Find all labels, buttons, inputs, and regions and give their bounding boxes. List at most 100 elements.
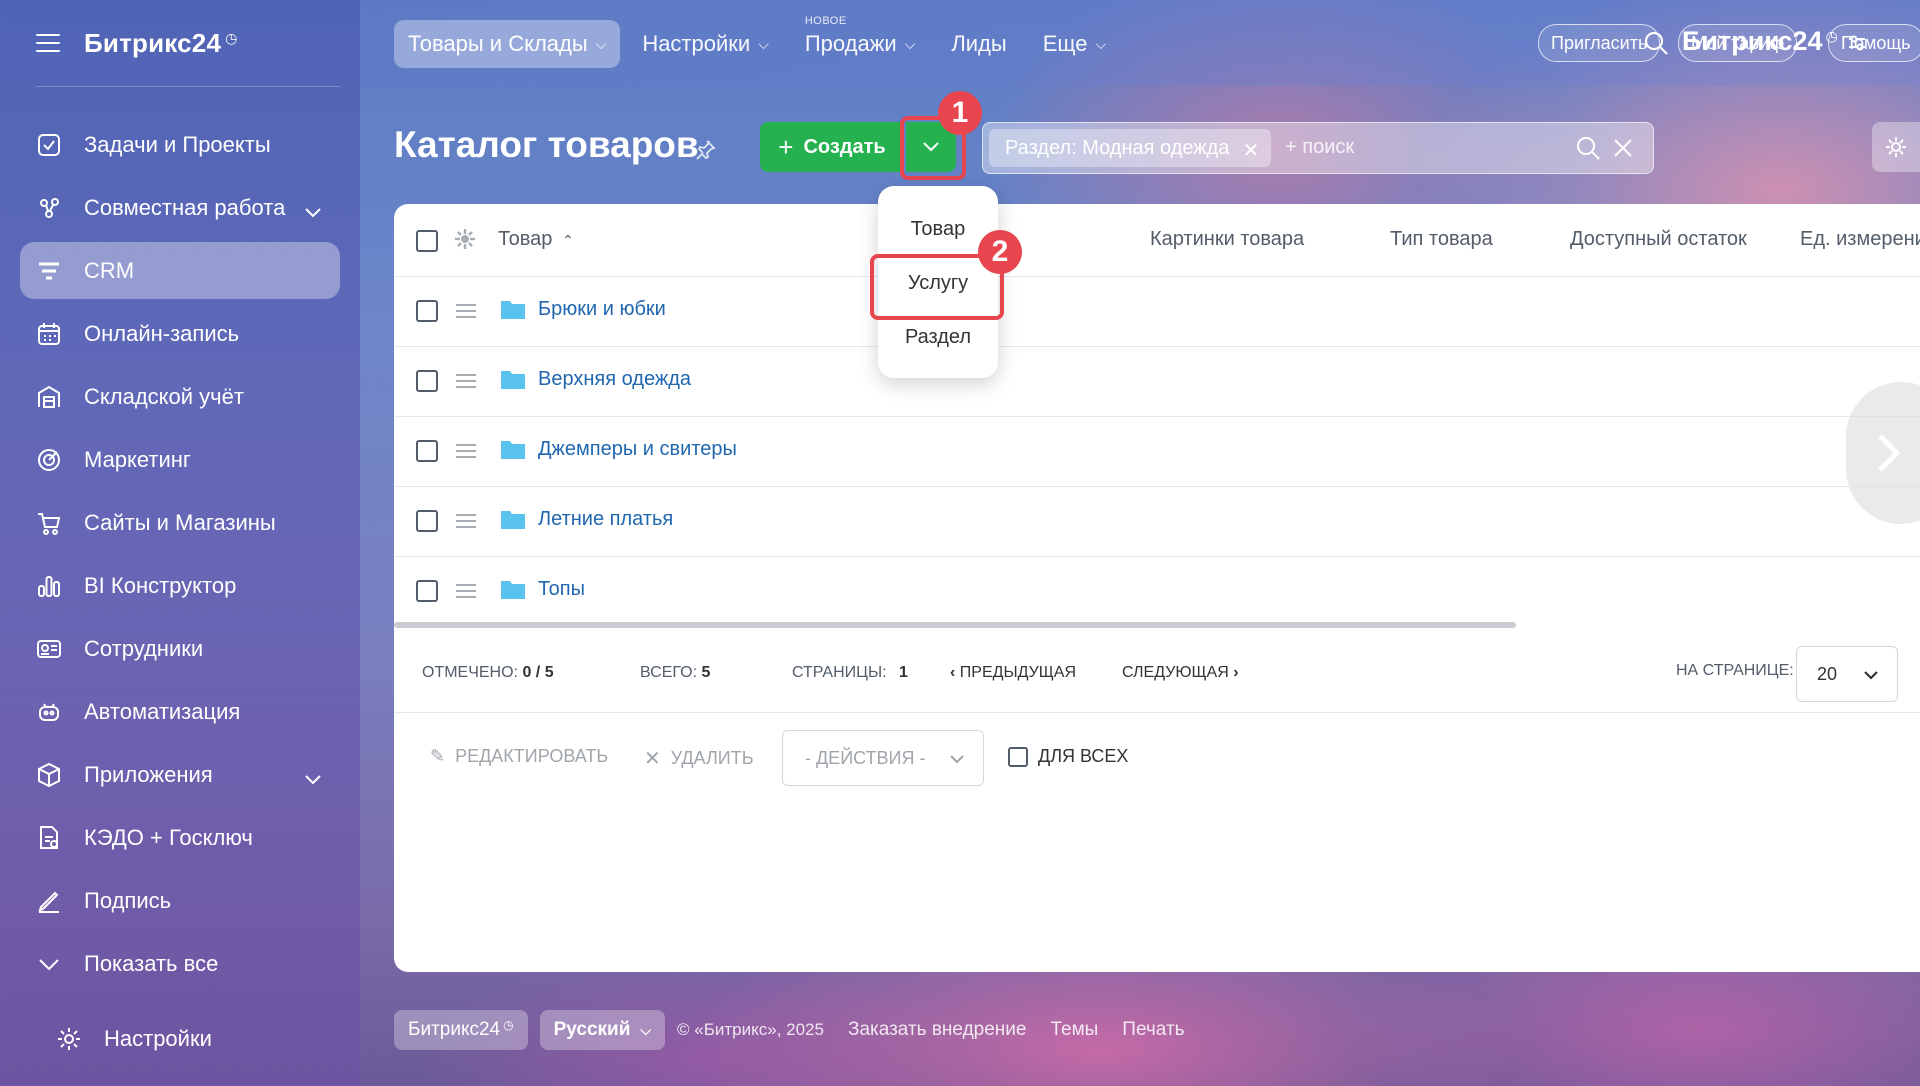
table-row[interactable]: Джемперы и свитеры: [394, 416, 1920, 487]
clock-icon: ◷: [503, 1018, 514, 1032]
sidebar-item-signature[interactable]: Подпись: [20, 872, 340, 929]
search-icon[interactable]: [1575, 135, 1601, 161]
row-name-link[interactable]: Брюки и юбки: [538, 298, 666, 321]
column-header-type[interactable]: Тип товара: [1390, 228, 1493, 251]
footer-link-themes[interactable]: Темы: [1050, 1019, 1098, 1041]
my-tariff-button[interactable]: Мой тариф: [1678, 24, 1798, 62]
filter-icon: [34, 256, 64, 286]
drag-handle-icon[interactable]: [456, 514, 476, 528]
menu-item-section[interactable]: Раздел: [878, 326, 998, 349]
prev-page-button[interactable]: ‹ ПРЕДЫДУЩАЯ: [950, 664, 1076, 682]
language-select[interactable]: Русский ⌵: [539, 1010, 666, 1050]
footer-link-print[interactable]: Печать: [1122, 1019, 1184, 1041]
column-header-product[interactable]: Товар ⌃: [498, 228, 574, 251]
column-header-unit[interactable]: Ед. измерени: [1800, 228, 1920, 251]
drag-handle-icon[interactable]: [456, 444, 476, 458]
drag-handle-icon[interactable]: [456, 374, 476, 388]
gear-icon[interactable]: [454, 228, 476, 250]
chevron-down-icon[interactable]: [304, 766, 322, 792]
top-nav: Товары и Склады ⌵ Настройки ⌵ НОВОЕ Прод…: [394, 15, 1128, 68]
menu-icon[interactable]: [36, 34, 60, 52]
invite-button[interactable]: Пригласить: [1538, 24, 1661, 62]
tab-settings[interactable]: Настройки ⌵: [628, 20, 783, 68]
chevron-down-icon: [34, 949, 64, 979]
row-checkbox[interactable]: [416, 370, 438, 392]
table-row[interactable]: Топы: [394, 556, 1920, 626]
top-bar: Товары и Склады ⌵ Настройки ⌵ НОВОЕ Прод…: [360, 0, 1920, 86]
sidebar-item-label: Сотрудники: [84, 635, 204, 661]
horizontal-scrollbar[interactable]: [394, 622, 1516, 628]
footer-link-order-implementation[interactable]: Заказать внедрение: [848, 1019, 1027, 1041]
footer-brand-button[interactable]: Битрикс24 ◷: [394, 1010, 528, 1050]
edit-button[interactable]: ✎ РЕДАКТИРОВАТЬ: [430, 746, 608, 767]
filter-chip[interactable]: Раздел: Модная одежда ✕: [989, 129, 1272, 167]
sidebar-item-kedo[interactable]: КЭДО + Госключ: [20, 809, 340, 866]
delete-button[interactable]: ✕ УДАЛИТЬ: [644, 746, 754, 771]
sidebar-item-settings[interactable]: Настройки: [40, 1010, 354, 1067]
table-row[interactable]: Брюки и юбки: [394, 276, 1920, 347]
sidebar-item-marketing[interactable]: Маркетинг: [20, 431, 340, 488]
sidebar-item-crm[interactable]: CRM: [20, 242, 340, 299]
per-page-select[interactable]: 20: [1796, 646, 1898, 702]
drag-handle-icon[interactable]: [456, 304, 476, 318]
row-checkbox[interactable]: [416, 440, 438, 462]
sidebar-item-label: CRM: [84, 257, 135, 283]
actions-select[interactable]: - ДЕЙСТВИЯ -: [782, 730, 984, 786]
chevron-down-icon[interactable]: [304, 199, 322, 225]
column-header-images[interactable]: Картинки товара: [1150, 228, 1304, 251]
row-name-link[interactable]: Топы: [538, 578, 585, 601]
help-button[interactable]: Помощь: [1828, 24, 1920, 62]
page-settings-button[interactable]: [1872, 122, 1920, 172]
sidebar-logo[interactable]: Битрикс24 ◷: [84, 28, 238, 59]
sidebar-item-collaboration[interactable]: Совместная работа: [20, 179, 340, 236]
column-header-stock[interactable]: Доступный остаток: [1570, 228, 1747, 251]
catalog-grid: Товар ⌃ Картинки товара Тип товара Досту…: [394, 204, 1920, 972]
prev-label: ПРЕДЫДУЩАЯ: [959, 664, 1077, 681]
sidebar-item-tasks[interactable]: Задачи и Проекты: [20, 116, 340, 173]
clear-icon[interactable]: [1611, 136, 1635, 160]
sidebar-item-booking[interactable]: Онлайн-запись: [20, 305, 340, 362]
chevron-down-icon: ⌵: [758, 35, 769, 52]
tab-products-warehouses[interactable]: Товары и Склады ⌵: [394, 20, 621, 68]
for-all-checkbox[interactable]: [1008, 746, 1028, 767]
sidebar-show-all[interactable]: Показать все: [20, 935, 340, 992]
chevron-down-icon: ⌵: [904, 35, 916, 52]
sidebar-item-sites[interactable]: Сайты и Магазины: [20, 494, 340, 551]
sidebar-item-automation[interactable]: Автоматизация: [20, 683, 340, 740]
tab-more[interactable]: Еще ⌵: [1029, 20, 1120, 68]
search-input[interactable]: [1283, 135, 1567, 160]
filter-search-box[interactable]: Раздел: Модная одежда ✕: [982, 122, 1654, 174]
sidebar-menu: Задачи и Проекты Совместная работа CRM О…: [0, 116, 360, 998]
sidebar-item-label: Автоматизация: [84, 698, 241, 724]
checked-label: ОТМЕЧЕНО:: [422, 664, 518, 681]
select-all-checkbox[interactable]: [416, 230, 438, 252]
scroll-right-button[interactable]: [1846, 382, 1920, 524]
tab-sales[interactable]: НОВОЕ Продажи ⌵: [791, 15, 930, 68]
row-checkbox[interactable]: [416, 580, 438, 602]
tab-leads[interactable]: Лиды: [937, 20, 1020, 68]
table-row[interactable]: Летние платья: [394, 486, 1920, 557]
row-checkbox[interactable]: [416, 300, 438, 322]
create-button[interactable]: + Создать: [760, 122, 904, 172]
filter-chip-label: Раздел: Модная одежда: [1005, 136, 1230, 159]
drag-handle-icon[interactable]: [456, 584, 476, 598]
chevron-left-icon: ‹: [950, 664, 956, 681]
row-name-link[interactable]: Джемперы и свитеры: [538, 438, 737, 461]
menu-item-product[interactable]: Товар: [878, 218, 998, 241]
close-icon[interactable]: ✕: [1243, 138, 1260, 163]
pen-icon: [34, 886, 64, 916]
next-page-button[interactable]: СЛЕДУЮЩАЯ ›: [1122, 664, 1239, 682]
for-all-toggle[interactable]: ДЛЯ ВСЕХ: [1008, 746, 1128, 767]
sidebar-item-employees[interactable]: Сотрудники: [20, 620, 340, 677]
page-title: Каталог товаров: [394, 124, 699, 165]
row-name-link[interactable]: Летние платья: [538, 508, 673, 531]
table-row[interactable]: Верхняя одежда: [394, 346, 1920, 417]
pin-icon[interactable]: [693, 138, 717, 162]
sidebar-item-apps[interactable]: Приложения: [20, 746, 340, 803]
bar-chart-icon: [34, 571, 64, 601]
sidebar-item-bi[interactable]: BI Конструктор: [20, 557, 340, 614]
sidebar-divider: [36, 86, 340, 87]
row-checkbox[interactable]: [416, 510, 438, 532]
sidebar-item-inventory[interactable]: Складской учёт: [20, 368, 340, 425]
row-name-link[interactable]: Верхняя одежда: [538, 368, 691, 391]
